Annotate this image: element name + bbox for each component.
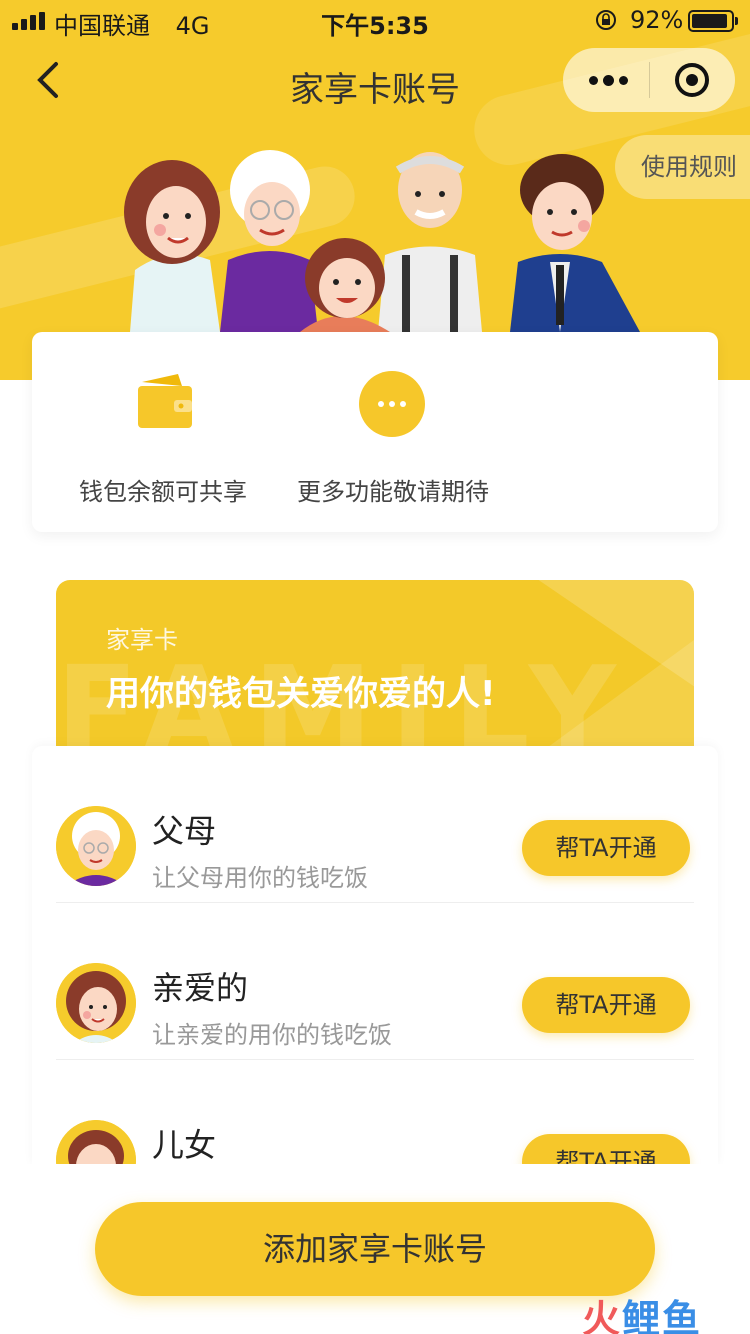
feature-label: 钱包余额可共享 <box>79 478 247 506</box>
family-card-banner: FAMILY 家享卡 用你的钱包关爱你爱的人! <box>56 580 694 750</box>
battery-percent: 92% <box>630 6 684 34</box>
battery-fill <box>692 14 727 28</box>
grandma-figure <box>220 150 318 332</box>
member-list: 父母 让父母用你的钱吃饭 帮TA开通 亲爱的 让亲爱的用你的钱吃饭 帮TA开通 … <box>32 746 718 1166</box>
member-desc: 让亲爱的用你的钱吃饭 <box>152 1021 392 1049</box>
family-illustration <box>124 150 640 332</box>
battery-icon <box>688 10 738 32</box>
usage-rules-button[interactable]: 使用规则 <box>615 135 750 199</box>
logo-text: 火 <box>582 1297 623 1334</box>
wallet-icon <box>138 374 192 428</box>
bottom-bar: 添加家享卡账号 火鲤鱼 <box>0 1164 750 1334</box>
mini-program-capsule <box>563 48 735 112</box>
member-name: 亲爱的 <box>152 969 249 1007</box>
member-name: 父母 <box>152 812 217 850</box>
banner-title: 用你的钱包关爱你爱的人! <box>106 674 496 714</box>
status-bar: 中国联通 4G 下午5:35 92% <box>0 0 750 40</box>
more-dots-icon[interactable] <box>563 48 649 112</box>
open-for-member-button[interactable]: 帮TA开通 <box>522 1134 690 1166</box>
list-item-partner: 亲爱的 让亲爱的用你的钱吃饭 帮TA开通 <box>32 903 718 1060</box>
open-for-member-button[interactable]: 帮TA开通 <box>522 977 690 1033</box>
avatar <box>56 806 136 886</box>
feature-more-coming: 更多功能敬请期待 <box>288 332 498 532</box>
more-dots-icon <box>359 371 425 437</box>
close-target-icon[interactable] <box>650 48 735 112</box>
list-item-parents: 父母 让父母用你的钱吃饭 帮TA开通 <box>32 746 718 903</box>
feature-label: 更多功能敬请期待 <box>297 478 489 506</box>
features-card: 钱包余额可共享 更多功能敬请期待 <box>32 332 718 532</box>
add-family-account-button[interactable]: 添加家享卡账号 <box>95 1202 655 1296</box>
rotation-lock-icon <box>596 10 616 30</box>
logo-text: 鲤鱼 <box>622 1297 703 1334</box>
header-hero: 中国联通 4G 下午5:35 92% 家享卡账号 使用规则 <box>0 0 750 380</box>
grandpa-figure <box>378 152 482 332</box>
watermark-logo: 火鲤鱼 <box>582 1288 702 1334</box>
avatar <box>56 963 136 1043</box>
feature-wallet-share: 钱包余额可共享 <box>48 332 278 532</box>
avatar <box>56 1120 136 1166</box>
member-name: 儿女 <box>152 1126 217 1164</box>
open-for-member-button[interactable]: 帮TA开通 <box>522 820 690 876</box>
woman-figure <box>124 160 220 332</box>
banner-subtitle: 家享卡 <box>106 626 178 654</box>
list-item-children: 儿女 帮TA开通 <box>32 1060 718 1166</box>
member-desc: 让父母用你的钱吃饭 <box>152 864 368 892</box>
